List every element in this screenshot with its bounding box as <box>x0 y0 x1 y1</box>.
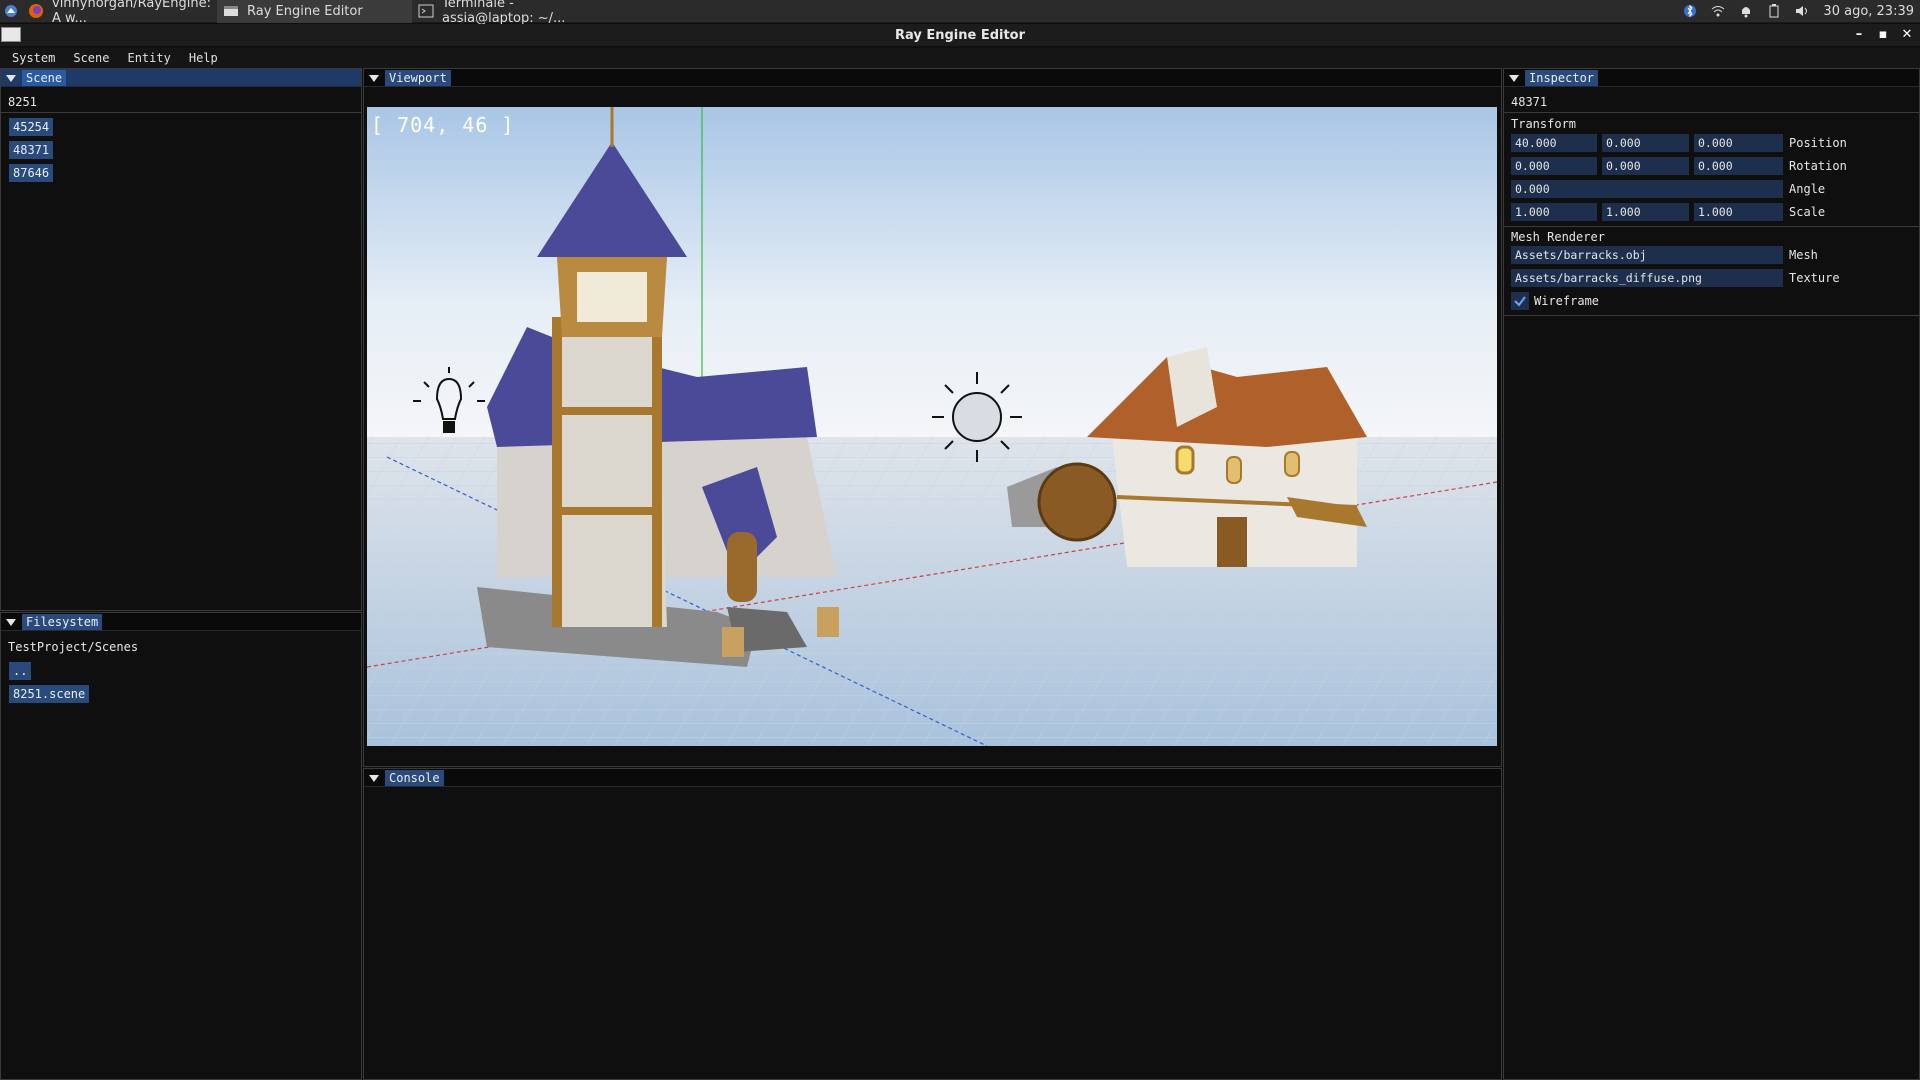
parent-dir-item[interactable]: .. <box>9 662 32 680</box>
task-editor[interactable]: Ray Engine Editor <box>217 0 412 23</box>
selected-entity-id: 48371 <box>1511 95 1548 109</box>
panel-header: Console <box>364 769 1501 787</box>
scale-label: Scale <box>1789 205 1826 219</box>
mesh-label: Mesh <box>1789 248 1818 262</box>
task-browser[interactable]: vinnyhorgan/RayEngine: A w... <box>22 0 217 26</box>
angle-input[interactable]: 0.000 <box>1511 180 1783 198</box>
volume-icon[interactable] <box>1795 4 1809 18</box>
wifi-icon[interactable] <box>1711 4 1725 18</box>
entity-item[interactable]: 45254 <box>9 118 54 136</box>
console-output[interactable] <box>364 787 1501 1079</box>
file-item[interactable]: 8251.scene <box>9 685 90 703</box>
entity-item[interactable]: 87646 <box>9 164 54 182</box>
mesh-renderer-section-title: Mesh Renderer <box>1511 230 1605 244</box>
position-z-input[interactable]: 0.000 <box>1694 134 1783 152</box>
rotation-z-input[interactable]: 0.000 <box>1694 157 1783 175</box>
panel-header: Filesystem <box>1 613 361 631</box>
divider <box>1504 112 1919 113</box>
collapse-arrow-icon[interactable] <box>6 73 16 83</box>
minimize-button[interactable]: – <box>1852 26 1866 42</box>
firefox-icon <box>28 3 44 19</box>
tab-inspector[interactable]: Inspector <box>1525 69 1599 86</box>
mesh-path-input[interactable]: Assets/barracks.obj <box>1511 246 1783 264</box>
collapse-arrow-icon[interactable] <box>369 773 379 783</box>
console-panel: Console <box>363 768 1502 1080</box>
angle-label: Angle <box>1789 182 1826 196</box>
clock[interactable]: 30 ago, 23:39 <box>1823 4 1914 19</box>
menu-scene[interactable]: Scene <box>67 51 115 65</box>
scene-root[interactable]: 8251 <box>8 95 37 109</box>
menu-system[interactable]: System <box>6 51 61 65</box>
bluetooth-icon[interactable] <box>1683 4 1697 18</box>
tab-console[interactable]: Console <box>385 769 444 786</box>
texture-label: Texture <box>1789 271 1840 285</box>
divider <box>1504 226 1919 227</box>
tab-scene[interactable]: Scene <box>22 69 67 86</box>
collapse-arrow-icon[interactable] <box>1509 73 1519 83</box>
entity-item[interactable]: 48371 <box>9 141 54 159</box>
scene-panel: Scene 8251 45254 48371 87646 <box>0 68 362 611</box>
close-button[interactable]: ✕ <box>1900 26 1914 42</box>
bell-icon[interactable] <box>1739 4 1753 18</box>
menu-help[interactable]: Help <box>183 51 224 65</box>
window-title: Ray Engine Editor <box>894 27 1026 43</box>
current-path: TestProject/Scenes <box>8 640 139 654</box>
collapse-arrow-icon[interactable] <box>369 73 379 83</box>
divider <box>1 112 361 113</box>
position-label: Position <box>1789 136 1847 150</box>
app-icon <box>1 27 21 42</box>
scale-y-input[interactable]: 1.000 <box>1602 203 1689 221</box>
inspector-panel: Inspector 48371 Transform 40.000 0.000 0… <box>1503 68 1920 1080</box>
terminal-icon <box>418 3 434 19</box>
scale-z-input[interactable]: 1.000 <box>1694 203 1783 221</box>
window-icon <box>223 3 239 19</box>
cursor-coordinate-overlay: [ 704, 46 ] <box>371 113 515 137</box>
wireframe-label: Wireframe <box>1534 294 1600 308</box>
task-label: vinnyhorgan/RayEngine: A w... <box>52 0 211 26</box>
position-x-input[interactable]: 40.000 <box>1511 134 1597 152</box>
viewport-3d-canvas[interactable]: [ 704, 46 ] <box>367 107 1497 746</box>
menu-entity[interactable]: Entity <box>121 51 176 65</box>
start-menu-button[interactable] <box>0 0 22 22</box>
panel-header: Scene <box>1 69 361 87</box>
menu-bar: System Scene Entity Help <box>0 48 1920 68</box>
system-taskbar: vinnyhorgan/RayEngine: A w... Ray Engine… <box>0 0 1920 26</box>
battery-icon[interactable] <box>1767 4 1781 18</box>
position-y-input[interactable]: 0.000 <box>1602 134 1689 152</box>
divider <box>1504 315 1919 316</box>
panel-header: Inspector <box>1504 69 1919 87</box>
texture-path-input[interactable]: Assets/barracks_diffuse.png <box>1511 269 1783 287</box>
tab-viewport[interactable]: Viewport <box>385 69 451 86</box>
scale-x-input[interactable]: 1.000 <box>1511 203 1597 221</box>
rotation-y-input[interactable]: 0.000 <box>1602 157 1689 175</box>
panel-header: Viewport <box>364 69 1501 87</box>
maximize-button[interactable]: ▪ <box>1876 26 1890 42</box>
transform-section-title: Transform <box>1511 117 1577 131</box>
task-label: Ray Engine Editor <box>247 3 363 19</box>
collapse-arrow-icon[interactable] <box>6 617 16 627</box>
start-icon <box>5 5 17 17</box>
checkmark-icon <box>1514 296 1526 307</box>
rotation-x-input[interactable]: 0.000 <box>1511 157 1597 175</box>
tab-filesystem[interactable]: Filesystem <box>22 613 103 630</box>
task-label: Terminale - assia@laptop: ~/... <box>442 0 566 26</box>
scene-render <box>367 107 1497 746</box>
wireframe-checkbox[interactable] <box>1511 292 1529 310</box>
rotation-label: Rotation <box>1789 159 1847 173</box>
filesystem-panel: Filesystem TestProject/Scenes .. 8251.sc… <box>0 612 362 1080</box>
window-titlebar: Ray Engine Editor – ▪ ✕ <box>0 24 1920 46</box>
task-terminal[interactable]: Terminale - assia@laptop: ~/... <box>412 0 612 26</box>
